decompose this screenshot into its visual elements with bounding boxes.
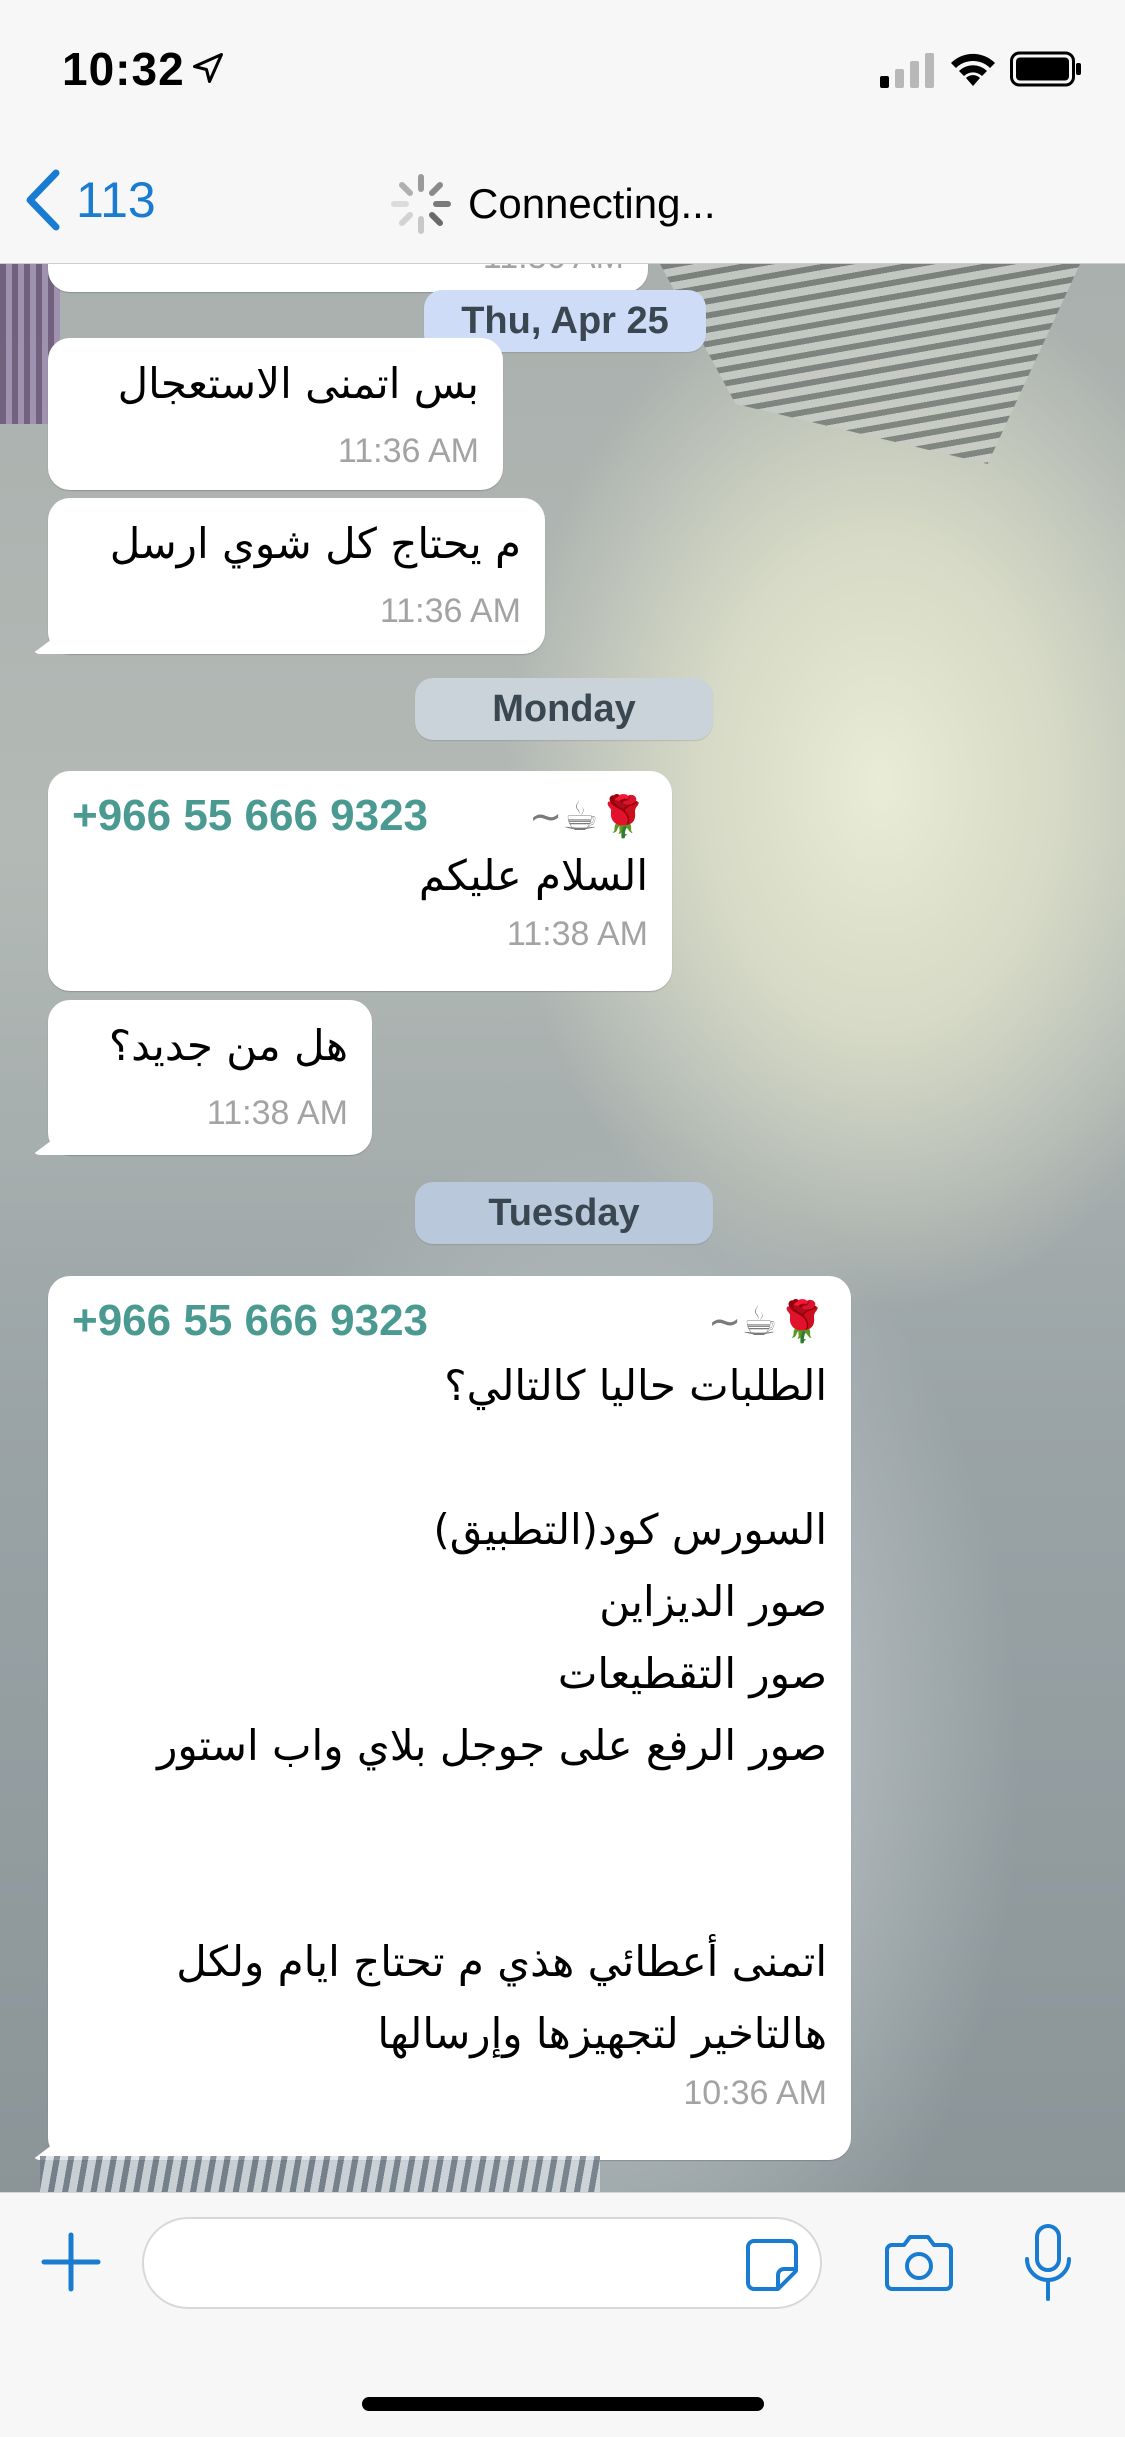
message-bubble[interactable]: م يحتاج كل شوي ارسل 11:36 AM	[48, 498, 545, 654]
status-time: 10:32	[62, 43, 185, 95]
spinner-icon	[391, 174, 451, 234]
message-line	[72, 1854, 827, 1926]
status-bar: 10:32	[0, 0, 1125, 135]
sender-phone[interactable]: +966 55 666 9323	[72, 1296, 428, 1346]
message-input[interactable]	[142, 2217, 822, 2309]
message-bubble-partial[interactable]: 11:36 AM	[48, 264, 648, 292]
message-text: السلام عليكم	[418, 851, 648, 900]
message-line: السورس كود(التطبيق)	[433, 1505, 827, 1554]
sender-row: +966 55 666 9323 ~☕🌹	[72, 1296, 827, 1346]
message-text: بس اتمنى الاستعجال	[117, 359, 479, 408]
sticker-icon[interactable]	[744, 2237, 800, 2293]
message-text: م يحتاج كل شوي ارسل	[109, 519, 521, 568]
message-bubble[interactable]: هل من جديد؟ 11:38 AM	[48, 1000, 372, 1155]
message-line: الطلبات حاليا كالتالي؟	[444, 1361, 827, 1410]
message-time: 11:36 AM	[337, 432, 479, 470]
message-bubble[interactable]: +966 55 666 9323 ~☕🌹 الطلبات حاليا كالتا…	[48, 1276, 851, 2160]
chevron-left-icon	[26, 169, 60, 231]
home-indicator	[362, 2397, 764, 2411]
message-line	[72, 1422, 827, 1494]
message-line: صور الرفع على جوجل بلاي واب استور	[157, 1721, 827, 1770]
date-separator: Tuesday	[415, 1182, 713, 1244]
unread-count: 113	[76, 172, 156, 228]
message-bubble[interactable]: +966 55 666 9323 ~☕🌹 السلام عليكم 11:38 …	[48, 771, 672, 991]
message-text: هل من جديد؟	[108, 1021, 348, 1070]
sender-name: ~☕🌹	[528, 793, 648, 840]
message-time: 11:36 AM	[379, 592, 521, 630]
message-time: 10:36 AM	[683, 2074, 827, 2112]
message-line: صور التقطيعات	[557, 1649, 827, 1698]
sender-row: +966 55 666 9323 ~☕🌹	[72, 791, 648, 841]
message-time: 11:38 AM	[506, 915, 648, 953]
back-button[interactable]: 113	[22, 165, 156, 235]
sender-phone[interactable]: +966 55 666 9323	[72, 791, 428, 841]
connection-status: Connecting...	[388, 171, 716, 237]
input-bar	[0, 2192, 1125, 2437]
message-line	[72, 1782, 827, 1854]
message-bubble[interactable]: بس اتمنى الاستعجال 11:36 AM	[48, 338, 503, 490]
chat-background[interactable]: 11:36 AM Thu, Apr 25 بس اتمنى الاستعجال …	[0, 264, 1125, 2192]
message-line: هالتاخير لتجهيزها وإرسالها	[377, 2009, 827, 2058]
plus-icon[interactable]	[38, 2229, 104, 2295]
cellular-signal-icon	[880, 53, 934, 88]
navigation-bar: 113 Connecting...	[0, 135, 1125, 264]
message-text: الطلبات حاليا كالتالي؟ السورس كود(التطبي…	[72, 1350, 827, 2070]
message-line: اتمنى أعطائي هذي م تحتاج ايام ولكل	[176, 1937, 827, 1986]
location-arrow-icon	[193, 53, 223, 83]
microphone-icon[interactable]	[1022, 2223, 1074, 2305]
message-time: 11:38 AM	[206, 1094, 348, 1132]
message-line: صور الديزاين	[599, 1577, 827, 1626]
camera-icon[interactable]	[884, 2231, 954, 2293]
battery-icon	[1010, 51, 1081, 87]
sender-name: ~☕🌹	[707, 1298, 827, 1345]
message-time: 11:36 AM	[72, 264, 624, 277]
wallpaper-building	[40, 2156, 600, 2192]
wifi-icon	[951, 53, 995, 86]
wallpaper-tower	[660, 264, 1080, 464]
connecting-label: Connecting...	[468, 180, 716, 227]
date-separator: Monday	[415, 678, 713, 740]
